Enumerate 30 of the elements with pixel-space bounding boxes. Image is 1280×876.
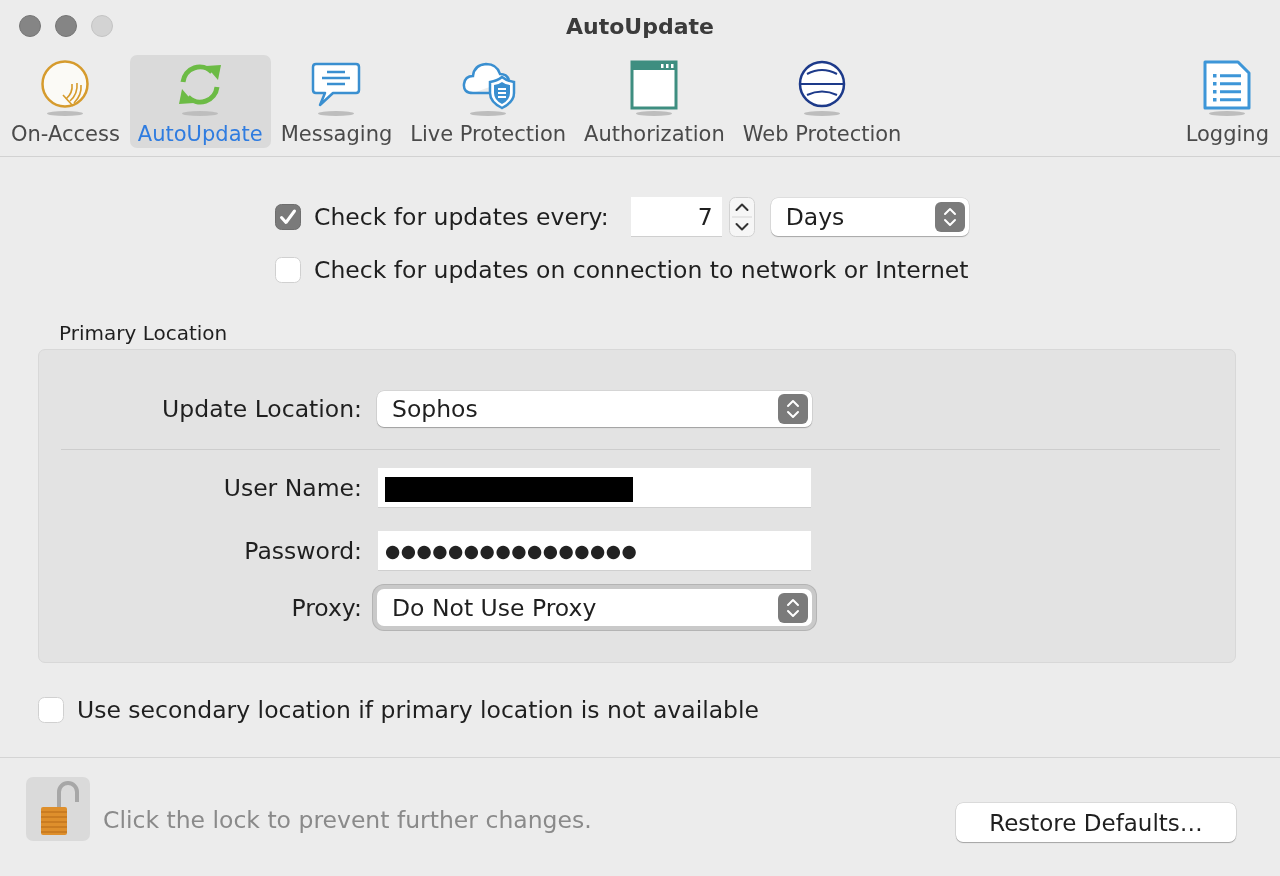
interval-field[interactable]: 7 bbox=[630, 197, 722, 237]
toolbar-tab[interactable]: Authorization bbox=[576, 55, 733, 148]
updown-arrows-icon bbox=[778, 592, 808, 623]
field-label: Password: bbox=[243, 537, 362, 565]
field-label: Proxy: bbox=[290, 593, 362, 622]
window-title: AutoUpdate bbox=[566, 13, 714, 39]
lock-hint-text: Click the lock to prevent further changes. bbox=[103, 806, 592, 834]
open-padlock-icon[interactable] bbox=[26, 777, 90, 841]
stepper[interactable] bbox=[728, 197, 755, 237]
field-label: User Name: bbox=[222, 474, 362, 502]
section-title: Primary Location bbox=[59, 321, 228, 345]
restore-defaults-button[interactable]: Restore Defaults… bbox=[956, 803, 1236, 842]
toolbar-tab[interactable]: Messaging bbox=[272, 55, 401, 148]
window-control-button[interactable] bbox=[55, 15, 77, 37]
checkbox-label[interactable]: Use secondary location if primary location is not available bbox=[77, 696, 760, 724]
window-control-button[interactable] bbox=[19, 15, 41, 37]
field-label: Update Location: bbox=[161, 395, 362, 423]
toolbar-tab[interactable]: Logging bbox=[1177, 55, 1277, 148]
update-location-popup[interactable]: Sophos bbox=[377, 391, 812, 427]
updown-arrows-icon bbox=[778, 394, 808, 424]
unit-popup[interactable]: Days bbox=[770, 198, 969, 236]
user-name-field[interactable] bbox=[378, 468, 811, 508]
updown-arrows-icon bbox=[934, 202, 965, 232]
toolbar-tab[interactable]: On-Access bbox=[3, 55, 128, 148]
checkbox-label[interactable]: Check for updates every: bbox=[314, 203, 609, 231]
checkbox-label[interactable]: Check for updates on connection to network or Internet bbox=[314, 256, 969, 284]
checkbox[interactable] bbox=[275, 204, 301, 230]
toolbar-tab[interactable]: Web Protection bbox=[734, 55, 910, 148]
toolbar-tab[interactable]: Live Protection bbox=[402, 55, 575, 148]
password-field[interactable]: ●●●●●●●●●●●●●●●● bbox=[378, 531, 811, 571]
